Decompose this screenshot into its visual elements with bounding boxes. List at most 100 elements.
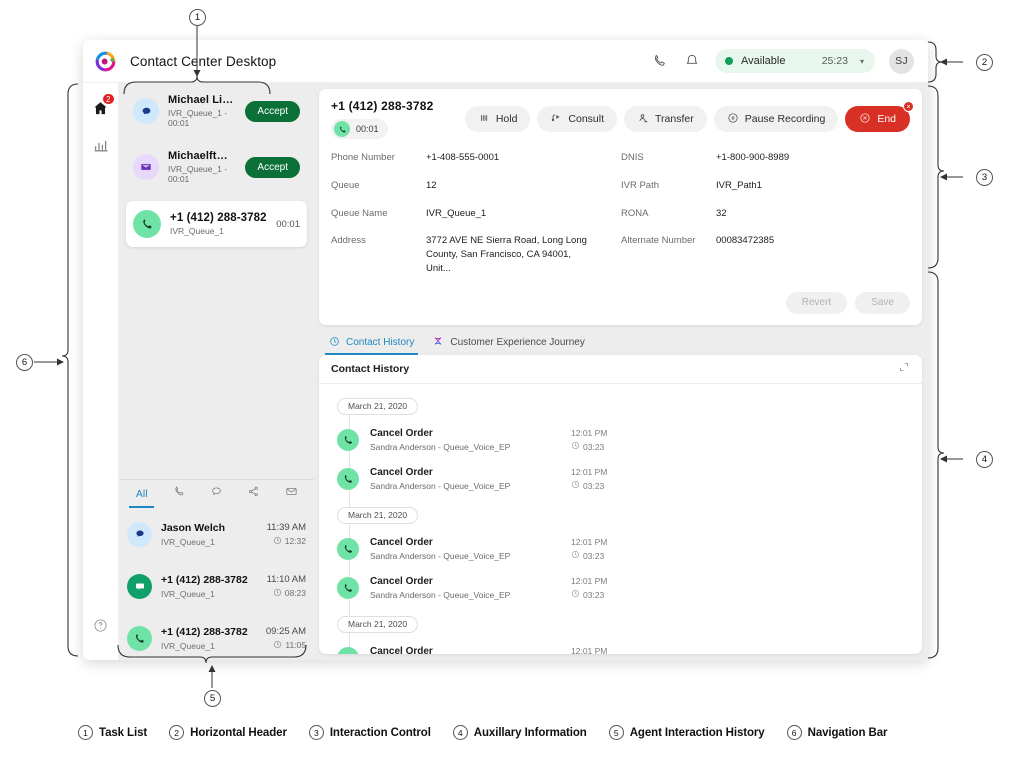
event-duration-wrap: 03:23 xyxy=(571,589,607,600)
task-list-empty-space xyxy=(119,251,314,479)
chevron-down-icon: ▾ xyxy=(859,56,864,66)
end-call-button[interactable]: End xyxy=(845,106,910,132)
phone-icon[interactable] xyxy=(651,52,669,70)
list-item[interactable]: Jason Welch IVR_Queue_1 11:39 AM 12:32 xyxy=(127,512,306,556)
phone-icon xyxy=(334,121,350,137)
phone-icon xyxy=(337,647,359,654)
consult-button[interactable]: Consult xyxy=(537,106,618,132)
date-group-label: March 21, 2020 xyxy=(337,615,419,633)
event-duration: 03:23 xyxy=(583,589,605,600)
tab-label: Contact History xyxy=(346,337,415,349)
legend-num: 2 xyxy=(169,725,185,740)
detail-row: IVR Path IVR_Path1 xyxy=(621,179,910,193)
expand-icon[interactable] xyxy=(898,360,910,378)
chat-bubble-icon xyxy=(133,98,159,124)
legend-label: Horizontal Header xyxy=(190,726,287,739)
avatar[interactable]: SJ xyxy=(889,48,914,74)
interaction-control-footer: Revert Save xyxy=(319,291,922,325)
detail-row: Address 3772 AVE NE Sierra Road, Long Lo… xyxy=(331,234,621,275)
history-queue: IVR_Queue_1 xyxy=(161,640,215,651)
detail-label: Alternate Number xyxy=(621,235,696,247)
detail-value: 3772 AVE NE Sierra Road, Long Long Count… xyxy=(426,235,587,274)
detail-label: IVR Path xyxy=(621,179,660,191)
date-group-label: March 21, 2020 xyxy=(337,397,419,415)
history-tab-calls[interactable] xyxy=(160,480,197,508)
clock-history-icon xyxy=(329,336,340,350)
task-list-item[interactable]: Michaelft@gmail.c... IVR_Queue_1 - 00:01… xyxy=(126,145,307,189)
share-icon xyxy=(247,485,260,503)
event-time: 12:01 PM xyxy=(571,576,608,587)
clock-icon xyxy=(273,640,282,651)
save-button[interactable]: Save xyxy=(855,291,910,314)
list-item[interactable]: +1 (412) 288-3782 IVR_Queue_1 11:10 AM 0… xyxy=(127,564,306,608)
callout-1: 1 xyxy=(189,9,206,26)
end-button-wrap: End xyxy=(845,101,914,132)
app-window: Contact Center Desktop Available 25:23 ▾… xyxy=(83,40,928,660)
history-time: 11:39 AM xyxy=(266,521,306,533)
detail-row: RONA 32 xyxy=(621,207,910,221)
detail-label: Queue xyxy=(331,179,360,191)
history-tab-all[interactable]: All xyxy=(123,480,160,508)
phone-icon xyxy=(173,485,186,503)
timeline-event[interactable]: Cancel Order Sandra Anderson - Queue_Voi… xyxy=(337,639,922,654)
phone-icon xyxy=(133,210,161,238)
hold-button[interactable]: Hold xyxy=(464,106,531,132)
event-duration-wrap: 03:23 xyxy=(571,550,607,561)
history-tab-email[interactable] xyxy=(273,480,310,508)
task-list-item-selected[interactable]: +1 (412) 288-3782 IVR_Queue_1 00:01 xyxy=(126,201,307,247)
detail-value: IVR_Path1 xyxy=(716,179,762,191)
accept-button[interactable]: Accept xyxy=(245,100,300,122)
legend-num: 5 xyxy=(608,725,624,740)
legend-item-5: 5 Agent Interaction History xyxy=(608,725,765,740)
agent-status-selector[interactable]: Available 25:23 ▾ xyxy=(715,49,875,73)
status-label: Available xyxy=(741,55,786,67)
task-name: Michael Littlefoot xyxy=(168,94,236,106)
timeline-event[interactable]: Cancel Order Sandra Anderson - Queue_Voi… xyxy=(337,460,922,499)
clock-icon xyxy=(571,589,580,600)
close-circle-icon[interactable] xyxy=(903,101,914,112)
history-tab-social[interactable] xyxy=(235,480,272,508)
phone-icon xyxy=(337,538,359,561)
task-sub: IVR_Queue_1 - 00:01 xyxy=(168,164,228,184)
event-time: 12:01 PM xyxy=(571,537,608,548)
status-dot-icon xyxy=(725,57,733,65)
legend-num: 6 xyxy=(786,725,802,740)
pause-recording-button[interactable]: Pause Recording xyxy=(713,106,839,132)
timeline-event[interactable]: Cancel Order Sandra Anderson - Queue_Voi… xyxy=(337,569,922,608)
task-list-item[interactable]: Michael Littlefoot IVR_Queue_1 - 00:01 A… xyxy=(126,89,307,133)
clock-icon xyxy=(273,588,282,599)
transfer-person-icon xyxy=(637,112,649,127)
clock-icon xyxy=(571,441,580,452)
callout-legend: 1 Task List 2 Horizontal Header 3 Intera… xyxy=(78,725,887,740)
detail-label: Queue Name xyxy=(331,207,388,219)
task-name: +1 (412) 288-3782 xyxy=(170,212,267,224)
transfer-button[interactable]: Transfer xyxy=(624,106,707,132)
sidebar-item-home[interactable]: 2 xyxy=(87,93,115,123)
help-circle-icon[interactable] xyxy=(87,610,115,640)
aux-tabs: Contact History Customer Experience Jour… xyxy=(319,331,922,355)
accept-button[interactable]: Accept xyxy=(245,156,300,178)
history-name: +1 (412) 288-3782 xyxy=(161,625,248,638)
contact-history-list[interactable]: March 21, 2020 Cancel Order Sandra Ander… xyxy=(319,384,922,654)
list-item[interactable]: +1 (412) 288-3782 IVR_Queue_1 09:25 AM 1… xyxy=(127,616,306,660)
right-column: +1 (412) 288-3782 00:01 Hold Consult Tra… xyxy=(314,83,928,660)
active-call-info: +1 (412) 288-3782 00:01 xyxy=(331,99,433,139)
detail-row: Queue 12 xyxy=(331,179,621,193)
chat-bubble-icon xyxy=(210,485,223,503)
sidebar-item-analytics[interactable] xyxy=(87,131,115,161)
consult-label: Consult xyxy=(568,113,605,125)
left-column: Michael Littlefoot IVR_Queue_1 - 00:01 A… xyxy=(119,83,314,660)
transfer-label: Transfer xyxy=(655,113,694,125)
call-timer: 00:01 xyxy=(356,124,379,134)
pause-recording-label: Pause Recording xyxy=(744,113,826,125)
tab-customer-experience-journey[interactable]: Customer Experience Journey xyxy=(432,331,585,355)
callout-4: 4 xyxy=(976,451,993,468)
history-tab-label: All xyxy=(135,488,148,500)
history-tab-chat[interactable] xyxy=(198,480,235,508)
revert-button[interactable]: Revert xyxy=(785,291,848,314)
timeline-event[interactable]: Cancel Order Sandra Anderson - Queue_Voi… xyxy=(337,530,922,569)
bell-icon[interactable] xyxy=(683,52,701,70)
timeline-event[interactable]: Cancel Order Sandra Anderson - Queue_Voi… xyxy=(337,421,922,460)
history-duration-wrap: 11:05 xyxy=(266,640,306,651)
tab-contact-history[interactable]: Contact History xyxy=(324,331,419,355)
